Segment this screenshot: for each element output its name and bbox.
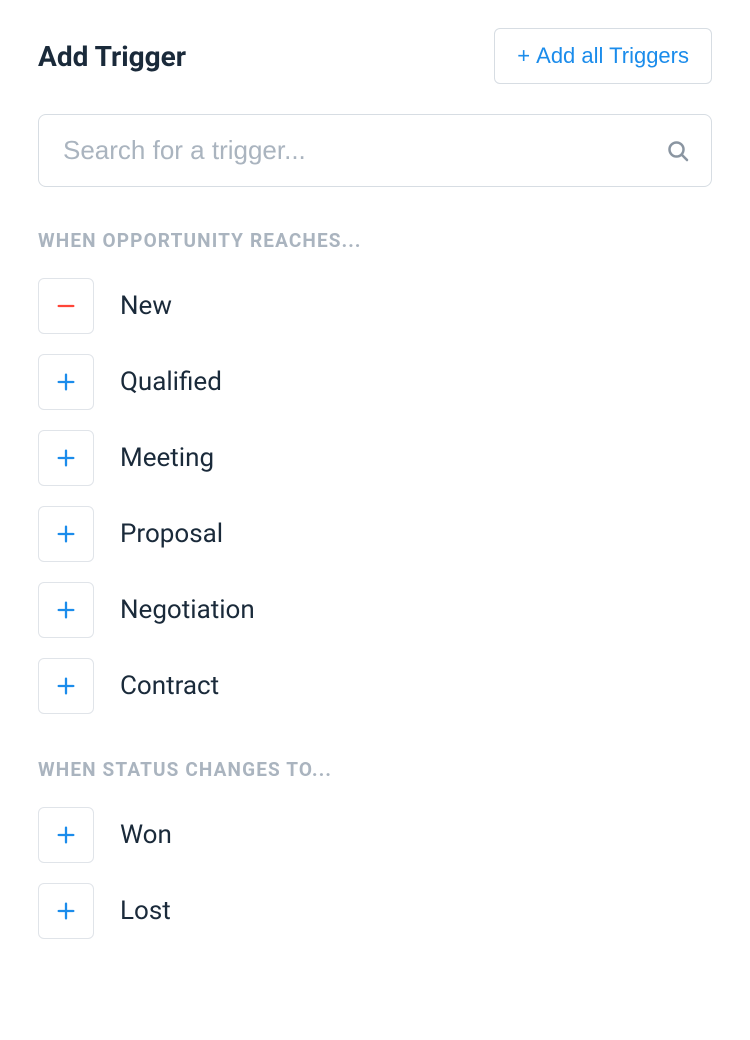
trigger-label: Meeting xyxy=(120,443,214,473)
trigger-row: Won xyxy=(38,807,712,863)
trigger-row: Proposal xyxy=(38,506,712,562)
section-status: When status changes to... Won Lost xyxy=(38,758,712,939)
add-trigger-button-negotiation[interactable] xyxy=(38,582,94,638)
section-opportunity: When opportunity reaches... New Qualifie… xyxy=(38,229,712,714)
page-title: Add Trigger xyxy=(38,40,186,73)
section-status-label: When status changes to... xyxy=(38,758,712,781)
search-wrapper xyxy=(38,114,712,187)
section-opportunity-label: When opportunity reaches... xyxy=(38,229,712,252)
add-trigger-button-proposal[interactable] xyxy=(38,506,94,562)
plus-icon xyxy=(55,523,77,545)
add-trigger-button-qualified[interactable] xyxy=(38,354,94,410)
trigger-row: Qualified xyxy=(38,354,712,410)
search-input[interactable] xyxy=(38,114,712,187)
add-all-label: Add all Triggers xyxy=(536,43,689,69)
add-trigger-button-won[interactable] xyxy=(38,807,94,863)
remove-trigger-button-new[interactable] xyxy=(38,278,94,334)
plus-icon: + xyxy=(517,45,530,67)
plus-icon xyxy=(55,824,77,846)
add-trigger-button-lost[interactable] xyxy=(38,883,94,939)
trigger-label: Negotiation xyxy=(120,595,255,625)
add-trigger-button-meeting[interactable] xyxy=(38,430,94,486)
plus-icon xyxy=(55,371,77,393)
add-all-triggers-button[interactable]: + Add all Triggers xyxy=(494,28,712,84)
trigger-label: Lost xyxy=(120,896,171,926)
add-trigger-button-contract[interactable] xyxy=(38,658,94,714)
plus-icon xyxy=(55,599,77,621)
trigger-label: Proposal xyxy=(120,519,223,549)
trigger-label: Contract xyxy=(120,671,219,701)
trigger-row: Lost xyxy=(38,883,712,939)
trigger-row: Contract xyxy=(38,658,712,714)
plus-icon xyxy=(55,675,77,697)
trigger-label: New xyxy=(120,291,172,321)
trigger-row: Meeting xyxy=(38,430,712,486)
trigger-label: Qualified xyxy=(120,367,222,397)
trigger-label: Won xyxy=(120,820,172,850)
plus-icon xyxy=(55,900,77,922)
plus-icon xyxy=(55,447,77,469)
minus-icon xyxy=(55,295,77,317)
trigger-row: New xyxy=(38,278,712,334)
header: Add Trigger + Add all Triggers xyxy=(38,28,712,84)
trigger-row: Negotiation xyxy=(38,582,712,638)
search-icon xyxy=(666,139,690,163)
